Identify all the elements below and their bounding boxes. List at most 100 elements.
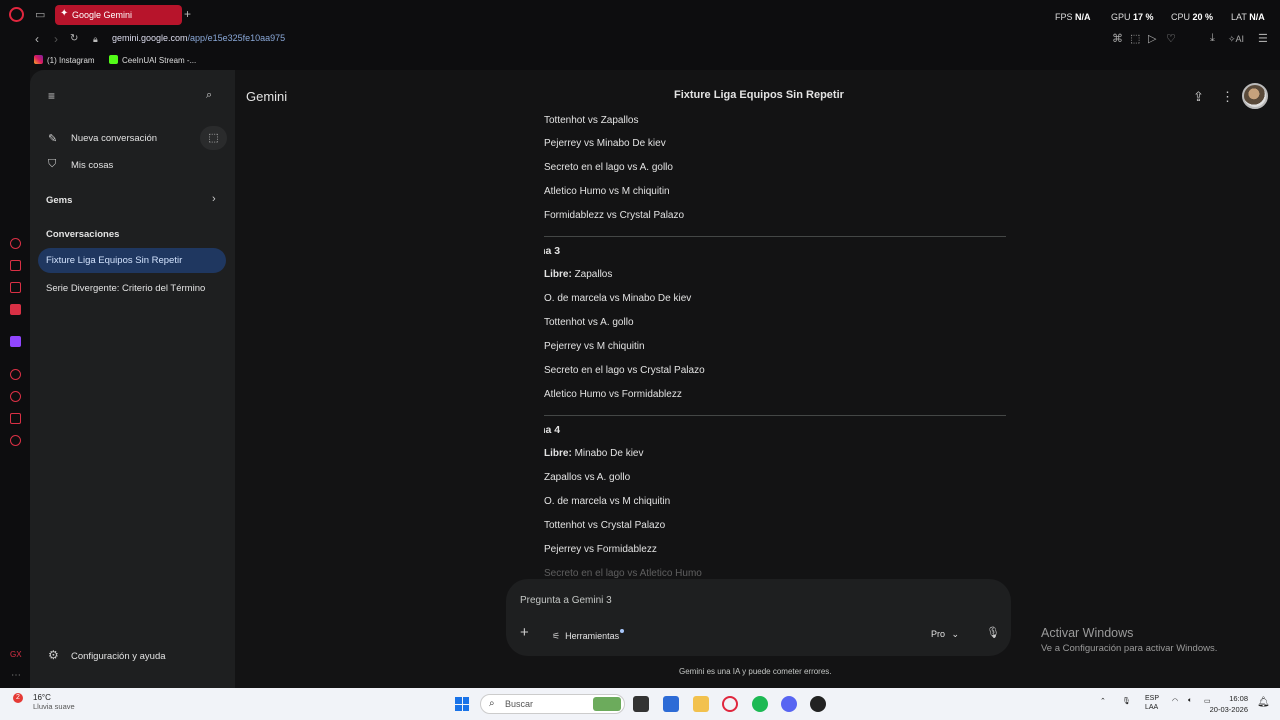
disclaimer: Gemini es una IA y puede cometer errores… xyxy=(679,667,832,676)
menu-icon[interactable]: ☰ xyxy=(1258,32,1268,45)
list-item: Atletico Humo vs M chiquitin xyxy=(544,186,670,197)
list-item: Zapallos vs A. gollo xyxy=(544,472,630,483)
file-explorer-icon[interactable] xyxy=(693,696,709,712)
list-item: O. de marcela vs M chiquitin xyxy=(544,496,670,507)
browser-tab-bar: ▭ ✦ Google Gemini + FPS N/A GPU 17 % CPU… xyxy=(0,0,1280,30)
conversations-header: Conversaciones xyxy=(46,229,120,240)
search-icon: ⌕ xyxy=(489,698,495,709)
play-icon[interactable]: ▷ xyxy=(1148,32,1156,45)
bookmark-kick-stream[interactable]: CeeInUAI Stream -... xyxy=(109,55,196,65)
edit-icon: ✎ xyxy=(48,133,58,145)
volume-icon[interactable]: 🔈︎ xyxy=(1188,697,1192,705)
bookmark-instagram[interactable]: (1) Instagram xyxy=(34,55,95,65)
weather-widget[interactable]: 16°C Lluvia suave xyxy=(33,693,75,711)
start-button[interactable] xyxy=(455,697,469,711)
gpu-readout: GPU 17 % xyxy=(1111,12,1154,22)
settings-gear-icon[interactable] xyxy=(10,435,21,446)
list-item: Atletico Humo vs Formidablezz xyxy=(544,389,682,400)
address-bar-row: ‹ › ↻ 🔒︎ gemini.google.com/app/e15e325fe… xyxy=(0,30,1280,77)
list-item: Secreto en el lago vs A. gollo xyxy=(544,162,673,173)
settings-icon: ⚙ xyxy=(48,648,59,662)
tray-mic-icon[interactable]: 🎙︎ xyxy=(1122,697,1131,705)
reload-icon[interactable]: ↻ xyxy=(70,33,78,44)
tools-button[interactable]: ⚟ Herramientas xyxy=(552,629,625,642)
more-icon[interactable]: ⋯ xyxy=(11,670,21,681)
add-icon[interactable]: + xyxy=(520,624,529,641)
chat-main: Gemini Fixture Liga Equipos Sin Repetir … xyxy=(235,70,1280,688)
gemini-sidebar: ≡ ⌕ ✎ Nueva conversación ⬚ ⛉ Mis cosas G… xyxy=(30,70,235,688)
temporary-chat-icon[interactable]: ⬚ xyxy=(200,126,227,150)
task-view-icon[interactable] xyxy=(633,696,649,712)
tab-google-gemini[interactable]: ✦ Google Gemini xyxy=(55,5,182,25)
list-item: Pejerrey vs Minabo De kiev xyxy=(544,138,666,149)
app-icon[interactable] xyxy=(810,696,826,712)
settings-help-button[interactable]: Configuración y ayuda xyxy=(71,651,166,662)
prompt-box[interactable]: Pregunta a Gemini 3 + ⚟ Herramientas Pro … xyxy=(506,579,1011,656)
fps-readout: FPS N/A xyxy=(1055,12,1091,22)
heart-icon[interactable]: ♡ xyxy=(1166,32,1176,45)
model-selector[interactable]: Pro ⌄ xyxy=(931,629,959,640)
music-icon[interactable] xyxy=(10,304,21,315)
bookmarks-bar: (1) Instagram CeeInUAI Stream -... xyxy=(0,50,1280,70)
chevron-right-icon[interactable]: › xyxy=(212,193,216,205)
tools-icon: ⚟ xyxy=(552,631,561,641)
ai-button[interactable]: ✧AI xyxy=(1228,34,1244,45)
opera-sidebar: GX ⋯ xyxy=(0,70,30,688)
tray-chevron-icon[interactable]: ⌃ xyxy=(1100,697,1106,705)
gemini-star-icon: ✦ xyxy=(60,8,69,19)
new-tab-button[interactable]: + xyxy=(184,7,191,21)
spotify-icon[interactable] xyxy=(752,696,768,712)
notification-bell-icon[interactable]: 🔔︎ xyxy=(1257,697,1270,708)
extensions-icon[interactable] xyxy=(10,413,21,424)
list-item: Pejerrey vs Formidablezz xyxy=(544,544,657,555)
download-icon[interactable]: ⤓ xyxy=(1210,32,1215,45)
conversation-item[interactable]: Serie Divergente: Criterio del Término xyxy=(46,283,205,294)
twitch-icon[interactable] xyxy=(10,336,21,347)
kick-icon xyxy=(109,55,118,64)
history-icon[interactable] xyxy=(10,391,21,402)
avatar[interactable] xyxy=(1242,83,1268,109)
clock[interactable]: 16:08 20-03-2026 xyxy=(1210,693,1248,715)
hamburger-icon[interactable]: ≡ xyxy=(48,89,55,103)
gx-icon[interactable]: GX xyxy=(10,650,22,659)
list-item: Tottenhot vs A. gollo xyxy=(544,317,634,328)
player-icon[interactable] xyxy=(10,369,21,380)
opera-logo-icon[interactable] xyxy=(9,7,24,22)
search-icon[interactable]: ⌕ xyxy=(206,89,212,102)
discord-icon[interactable] xyxy=(781,696,797,712)
new-badge-dot xyxy=(620,629,625,633)
search-highlight-image xyxy=(593,697,621,711)
prompt-input[interactable]: Pregunta a Gemini 3 xyxy=(520,595,612,606)
taskbar-search[interactable]: ⌕ Buscar xyxy=(480,694,625,714)
gems-button[interactable]: Gems xyxy=(46,195,72,206)
conversation-item-active[interactable]: Fixture Liga Equipos Sin Repetir xyxy=(38,248,226,273)
opera-gx-icon[interactable] xyxy=(722,696,738,712)
instagram-icon xyxy=(34,55,43,64)
chat-title[interactable]: Fixture Liga Equipos Sin Repetir xyxy=(674,89,844,101)
new-chat-button[interactable]: Nueva conversación xyxy=(71,133,157,144)
list-item-free: Libre: Zapallos xyxy=(544,269,612,280)
messenger-icon[interactable] xyxy=(10,282,21,293)
list-item: Secreto en el lago vs Crystal Palazo xyxy=(544,365,705,376)
language-indicator[interactable]: ESP LAA xyxy=(1145,694,1159,712)
more-options-icon[interactable]: ⋮ xyxy=(1221,89,1234,105)
snapshot-icon[interactable]: ⌘ xyxy=(1112,32,1123,45)
wifi-icon[interactable]: ◠ xyxy=(1172,697,1178,705)
microphone-icon[interactable]: 🎙︎ xyxy=(986,626,1000,639)
notification-badge: 2 xyxy=(13,693,23,703)
list-item: Secreto en el lago vs Atletico Humo xyxy=(544,568,702,579)
my-stuff-button[interactable]: Mis cosas xyxy=(71,160,113,171)
aria-icon[interactable] xyxy=(10,238,21,249)
tab-island-icon[interactable]: ▭ xyxy=(35,8,45,21)
forward-icon[interactable]: › xyxy=(54,32,58,46)
store-icon[interactable] xyxy=(663,696,679,712)
back-icon[interactable]: ‹ xyxy=(35,32,39,46)
list-item-free: Libre: Minabo De kiev xyxy=(544,448,643,459)
lock-icon: 🔒︎ xyxy=(93,34,98,44)
screenshot-icon[interactable]: ⬚ xyxy=(1130,32,1140,45)
workspace-icon[interactable] xyxy=(10,260,21,271)
gemini-brand[interactable]: Gemini xyxy=(246,89,287,104)
list-item: Tottenhot vs Zapallos xyxy=(544,115,639,126)
url-field[interactable]: gemini.google.com/app/e15e325fe10aa975 xyxy=(112,33,285,43)
share-icon[interactable]: ⇪ xyxy=(1193,89,1204,105)
